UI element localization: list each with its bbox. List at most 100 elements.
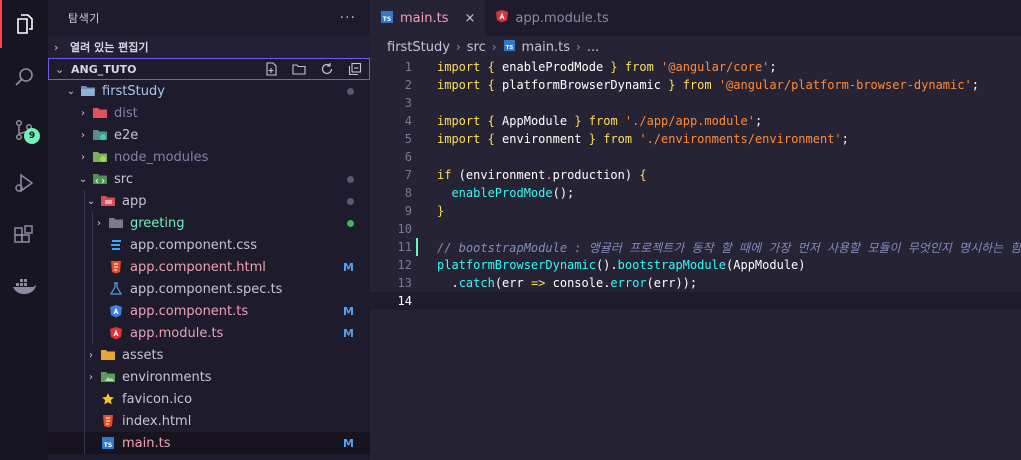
code-text: enableProdMode(); — [437, 186, 574, 200]
code-token: if — [437, 168, 452, 182]
line-number: 7 — [404, 168, 412, 182]
code-token: } — [574, 114, 582, 128]
tree-label: assets — [122, 347, 164, 363]
chevron-down-icon: ⌄ — [55, 62, 65, 76]
folder-icon — [108, 215, 124, 231]
breadcrumb-item[interactable]: firstStudy — [387, 40, 450, 55]
tab-main-ts[interactable]: TS main.ts × — [370, 0, 486, 36]
run-debug-icon[interactable] — [0, 159, 48, 207]
html-file-icon — [100, 413, 116, 429]
tree-file-app-component-spec-ts[interactable]: app.component.spec.ts — [48, 278, 370, 300]
tree-folder-dist[interactable]: › dist — [48, 102, 370, 124]
new-folder-icon[interactable] — [291, 61, 307, 77]
tree-file-app-component-css[interactable]: app.component.css — [48, 234, 370, 256]
tree-label: dist — [114, 105, 138, 121]
code-line[interactable]: 3 — [370, 94, 1021, 112]
code-token: '@angular/platform-browser-dynamic' — [718, 78, 972, 92]
code-line[interactable]: 4 import { AppModule } from './app/app.mo… — [370, 112, 1021, 130]
line-number: 8 — [404, 186, 412, 200]
tree-label: firstStudy — [102, 83, 165, 99]
tree-file-index-html[interactable]: index.html — [48, 410, 370, 432]
open-editors-section[interactable]: › 열려 있는 편집기 — [48, 36, 370, 58]
activity-bar: 9 — [0, 0, 48, 460]
tree-label: app.component.ts — [130, 303, 249, 319]
tab-app-module-ts[interactable]: app.module.ts — [485, 0, 618, 36]
more-actions-icon[interactable]: ··· — [340, 10, 356, 26]
status-badge: M — [343, 326, 354, 340]
chevron-down-icon: ⌄ — [78, 173, 88, 185]
code-token: . — [437, 276, 459, 290]
tree-folder-firstStudy[interactable]: ⌄ firstStudy — [48, 80, 370, 102]
open-editors-label: 열려 있는 편집기 — [70, 41, 149, 54]
status-dot — [347, 195, 354, 208]
source-control-icon[interactable] — [0, 106, 48, 154]
extensions-icon[interactable] — [0, 212, 48, 260]
code-token: => — [530, 276, 546, 290]
code-token: ; — [769, 60, 777, 74]
line-number: 14 — [397, 294, 412, 308]
breadcrumb-item[interactable]: src — [467, 40, 486, 55]
angular-icon — [495, 9, 509, 27]
code-line[interactable]: 7 if (environment.production) { — [370, 166, 1021, 184]
tree-folder-e2e[interactable]: › e2e — [48, 124, 370, 146]
code-line[interactable]: 13 .catch(err => console.error(err)); — [370, 274, 1021, 292]
code-line[interactable]: 10 — [370, 220, 1021, 238]
code-line[interactable]: 9} — [370, 202, 1021, 220]
svg-text:TS: TS — [104, 442, 112, 449]
code-token: ; — [841, 132, 849, 146]
collapse-all-icon[interactable] — [347, 61, 363, 77]
code-line[interactable]: 5 import { environment } from './environm… — [370, 130, 1021, 148]
code-token: (err — [494, 276, 531, 290]
code-token: { — [487, 132, 495, 146]
code-token: platformBrowserDynamic — [494, 78, 669, 92]
chevron-down-icon: ⌄ — [86, 195, 96, 207]
code-editor[interactable]: 1 import { enableProdMode } from '@angula… — [370, 58, 1021, 310]
search-icon[interactable] — [0, 53, 48, 101]
tree-folder-node-modules[interactable]: › node_modules — [48, 146, 370, 168]
breadcrumb-item[interactable]: main.ts — [522, 40, 570, 55]
editor-area: TS main.ts × app.module.ts firstStudy › … — [370, 0, 1021, 460]
line-number: 1 — [404, 60, 412, 74]
tree-file-favicon[interactable]: favicon.ico — [48, 388, 370, 410]
close-icon[interactable]: × — [464, 11, 475, 26]
code-token: . — [545, 168, 553, 182]
tree-file-app-component-ts[interactable]: app.component.ts M — [48, 300, 370, 322]
code-line[interactable]: 8 enableProdMode(); — [370, 184, 1021, 202]
code-token: from — [682, 78, 712, 92]
workspace-section[interactable]: ⌄ ANG_TUTO — [48, 58, 370, 80]
tree-folder-greeting[interactable]: › greeting — [48, 212, 370, 234]
tree-label: index.html — [122, 413, 192, 429]
tree-label: app.component.html — [130, 259, 266, 275]
tree-file-app-module-ts[interactable]: app.module.ts M — [48, 322, 370, 344]
code-line[interactable]: 12 platformBrowserDynamic().bootstrapModu… — [370, 256, 1021, 274]
line-number: 12 — [397, 258, 412, 272]
code-line[interactable]: 1 import { enableProdMode } from '@angula… — [370, 58, 1021, 76]
tree-folder-app[interactable]: ⌄ app — [48, 190, 370, 212]
code-line[interactable]: 14 — [370, 292, 1021, 310]
docker-icon[interactable] — [0, 262, 48, 310]
code-token: } — [610, 60, 618, 74]
explorer-sidebar: 탐색기 ··· › 열려 있는 편집기 ⌄ ANG_TUTO ⌄ firstSt… — [48, 0, 370, 460]
tree-folder-assets[interactable]: › assets — [48, 344, 370, 366]
css-file-icon — [108, 237, 124, 253]
tree-file-app-component-html[interactable]: app.component.html M — [48, 256, 370, 278]
status-dot — [347, 85, 354, 98]
explorer-icon[interactable] — [0, 0, 48, 48]
code-line[interactable]: 11 // bootstrapModule : 앵귤러 프로젝트가 동작 할 때에… — [370, 238, 1021, 256]
refresh-icon[interactable] — [319, 61, 335, 77]
tree-folder-src[interactable]: ⌄ src — [48, 168, 370, 190]
code-token: ; — [971, 78, 979, 92]
code-line[interactable]: 2 import { platformBrowserDynamic } from … — [370, 76, 1021, 94]
breadcrumb-item[interactable]: ... — [587, 40, 599, 55]
tree-file-main-ts[interactable]: TS main.ts M — [48, 432, 370, 454]
tree-folder-environments[interactable]: › environments — [48, 366, 370, 388]
code-line[interactable]: 6 — [370, 148, 1021, 166]
line-number: 11 — [397, 240, 412, 254]
new-file-icon[interactable] — [263, 61, 279, 77]
line-number: 2 — [404, 78, 412, 92]
